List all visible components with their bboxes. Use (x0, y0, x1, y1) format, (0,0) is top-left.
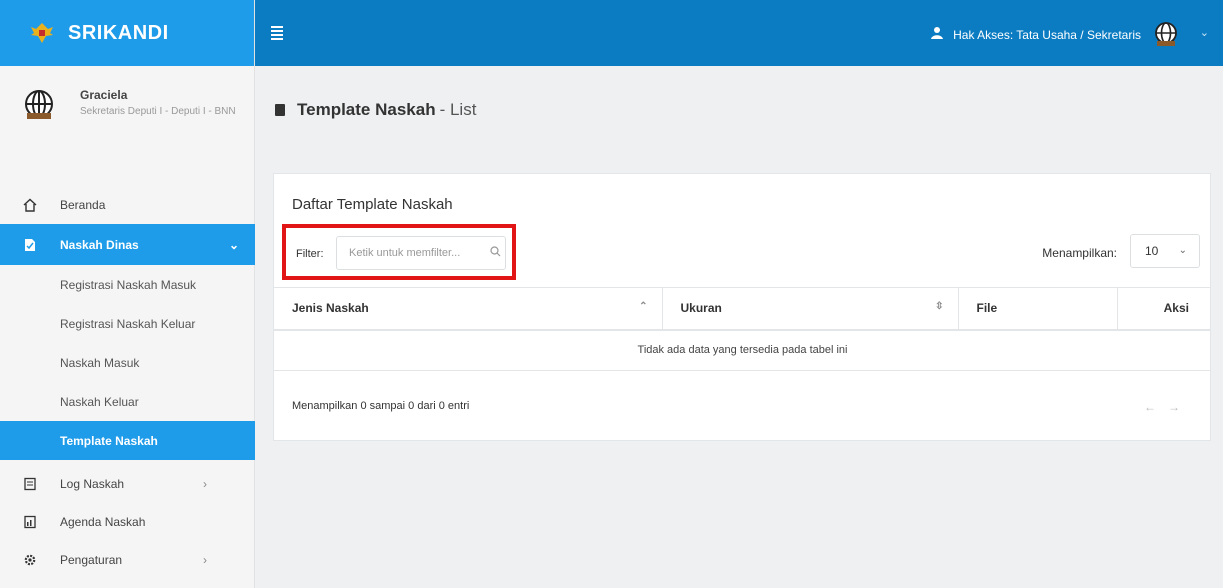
app-name: SRIKANDI (68, 21, 169, 44)
sidebar-item-agenda-naskah[interactable]: Agenda Naskah (0, 503, 255, 541)
next-page-button[interactable]: → (1168, 400, 1192, 414)
filter-highlight: Filter: (282, 224, 516, 280)
user-access-icon (931, 26, 945, 43)
user-role: Sekretaris Deputi I - Deputi I - BNN (80, 106, 236, 117)
column-label: Aksi (1163, 301, 1189, 316)
column-header-file: File (957, 287, 1117, 331)
brand-bar[interactable]: SRIKANDI (0, 0, 254, 66)
pagination: ←→ (1144, 400, 1192, 414)
page-title: Template Naskah - List (275, 100, 476, 120)
column-label: Ukuran (680, 301, 722, 316)
column-header-ukuran[interactable]: Ukuran ⇳ (661, 287, 958, 331)
table-row: Tidak ada data yang tersedia pada tabel … (274, 329, 1211, 371)
chevron-down-icon[interactable]: ⌄ (1200, 26, 1209, 39)
prev-page-button[interactable]: ← (1144, 400, 1168, 414)
chevron-right-icon: › (203, 477, 207, 491)
template-table: Jenis Naskah ⌃ Ukuran ⇳ File Aksi Tidak … (274, 287, 1211, 371)
sidebar-subitem-template-naskah[interactable]: Template Naskah (0, 421, 255, 460)
sidebar-subitem-naskah-masuk[interactable]: Naskah Masuk (0, 343, 255, 382)
search-icon[interactable] (490, 246, 501, 260)
show-label: Menampilkan: (1042, 246, 1117, 260)
sidebar-subitem-naskah-keluar[interactable]: Naskah Keluar (0, 382, 255, 421)
column-header-aksi: Aksi (1116, 287, 1211, 331)
template-list-card: Daftar Template Naskah Filter: Menampilk… (273, 173, 1211, 441)
sort-asc-icon: ⌃ (639, 301, 648, 312)
book-icon (275, 104, 285, 116)
sidebar-item-log-naskah[interactable]: Log Naskah › (0, 465, 255, 503)
sort-icon: ⇳ (935, 301, 944, 312)
sidebar-item-naskah-dinas[interactable]: Naskah Dinas ⌄ (0, 224, 255, 265)
sidebar-item-pengaturan[interactable]: Pengaturan › (0, 541, 255, 579)
page-title-rest: - List (439, 100, 477, 119)
sidebar-item-label: Log Naskah (60, 477, 125, 491)
page-size-select[interactable]: 10 ⌄ (1130, 234, 1200, 268)
sidebar-item-label: Beranda (60, 198, 106, 212)
page-size-value: 10 (1145, 244, 1159, 258)
agenda-icon (22, 514, 38, 530)
table-info: Menampilkan 0 sampai 0 dari 0 entri (292, 400, 470, 412)
access-role[interactable]: Hak Akses: Tata Usaha / Sekretaris (931, 26, 1141, 43)
document-icon (22, 237, 38, 253)
column-header-jenis-naskah[interactable]: Jenis Naskah ⌃ (274, 287, 662, 331)
globe-icon[interactable] (1153, 21, 1179, 47)
topbar: Hak Akses: Tata Usaha / Sekretaris ⌄ (255, 0, 1223, 66)
page-title-strong: Template Naskah (297, 100, 436, 119)
sidebar-item-label: Agenda Naskah (60, 515, 146, 529)
avatar-globe-icon (22, 88, 56, 122)
user-name: Graciela (80, 88, 128, 102)
chevron-down-icon: ⌄ (1178, 245, 1187, 256)
home-icon (22, 197, 38, 213)
sidebar-subitem-registrasi-naskah-keluar[interactable]: Registrasi Naskah Keluar (0, 304, 255, 343)
settings-icon (22, 552, 38, 568)
sidebar: SRIKANDI Graciela Sekretaris Deputi I - … (0, 0, 255, 588)
sidebar-item-label: Naskah Dinas (60, 237, 139, 252)
access-label: Hak Akses: Tata Usaha / Sekretaris (953, 27, 1141, 42)
chevron-down-icon: ⌄ (228, 237, 239, 252)
sidebar-item-beranda[interactable]: Beranda (0, 186, 255, 224)
log-icon (22, 476, 38, 492)
sidebar-item-label: Pengaturan (60, 553, 123, 567)
empty-message: Tidak ada data yang tersedia pada tabel … (274, 329, 1211, 371)
chevron-right-icon: › (203, 553, 207, 567)
filter-label: Filter: (296, 248, 324, 260)
column-label: Jenis Naskah (292, 301, 369, 316)
card-title: Daftar Template Naskah (292, 196, 453, 213)
garuda-logo-icon (28, 19, 56, 47)
sidebar-subitem-registrasi-naskah-masuk[interactable]: Registrasi Naskah Masuk (0, 265, 255, 304)
column-label: File (976, 301, 998, 316)
sidebar-nav: Beranda Naskah Dinas ⌄ Registrasi Naskah… (0, 186, 255, 579)
menu-icon[interactable] (271, 26, 283, 42)
filter-input[interactable] (336, 236, 506, 270)
user-panel: Graciela Sekretaris Deputi I - Deputi I … (0, 80, 255, 160)
